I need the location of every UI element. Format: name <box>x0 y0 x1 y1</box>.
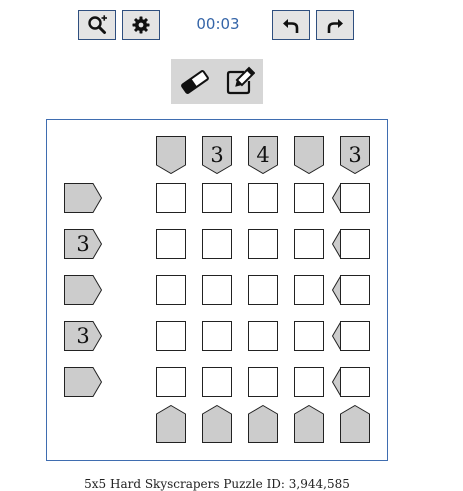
grid-cell[interactable] <box>156 183 186 213</box>
clue-value <box>340 405 370 447</box>
clue-value <box>248 405 278 447</box>
grid-cell[interactable] <box>340 275 370 305</box>
magnifier-plus-icon <box>88 15 107 34</box>
grid-cell[interactable] <box>202 275 232 305</box>
zoom-button[interactable] <box>78 10 116 40</box>
grid-cell[interactable] <box>294 321 324 351</box>
clue-value: 3 <box>76 324 90 348</box>
clue-left[interactable]: 3 <box>64 321 102 351</box>
eraser-button[interactable] <box>178 65 212 99</box>
redo-button[interactable] <box>316 10 354 40</box>
clue-value: 3 <box>210 143 224 167</box>
grid-cell[interactable] <box>202 183 232 213</box>
grid-cell[interactable] <box>156 321 186 351</box>
clue-left[interactable]: 3 <box>64 229 102 259</box>
clue-bottom[interactable] <box>294 405 324 443</box>
eraser-icon <box>181 70 209 94</box>
clue-value: 3 <box>348 143 362 167</box>
clue-value <box>64 275 108 305</box>
settings-button[interactable] <box>122 10 160 40</box>
grid-cell[interactable] <box>294 229 324 259</box>
redo-arrow-icon <box>327 19 343 33</box>
undo-arrow-icon <box>283 19 299 33</box>
grid-cell[interactable] <box>294 183 324 213</box>
grid-cell[interactable] <box>202 367 232 397</box>
clue-value: 3 <box>76 232 90 256</box>
grid-cell[interactable] <box>248 275 278 305</box>
clue-value <box>294 405 324 447</box>
clue-top[interactable]: 4 <box>248 136 278 174</box>
puzzle-board: 3433331 <box>46 119 388 461</box>
clue-value <box>156 136 186 178</box>
grid-cell[interactable] <box>294 367 324 397</box>
pencil-button[interactable] <box>222 65 256 99</box>
clue-top[interactable]: 3 <box>340 136 370 174</box>
timer: 00:03 <box>196 15 240 33</box>
gear-icon <box>132 16 150 34</box>
grid-cell[interactable] <box>248 183 278 213</box>
clue-value <box>64 367 108 397</box>
clue-bottom[interactable] <box>340 405 370 443</box>
grid-cell[interactable] <box>248 367 278 397</box>
clue-bottom[interactable] <box>156 405 186 443</box>
grid-cell[interactable] <box>340 367 370 397</box>
undo-button[interactable] <box>272 10 310 40</box>
grid-cell[interactable] <box>340 321 370 351</box>
clue-left[interactable] <box>64 183 102 213</box>
grid-cell[interactable] <box>340 229 370 259</box>
grid-cell[interactable] <box>340 183 370 213</box>
grid-cell[interactable] <box>294 275 324 305</box>
grid-cell[interactable] <box>248 229 278 259</box>
clue-value <box>294 136 324 178</box>
tool-panel <box>171 59 263 104</box>
grid-cell[interactable] <box>248 321 278 351</box>
grid-cell[interactable] <box>156 229 186 259</box>
clue-left[interactable] <box>64 275 102 305</box>
clue-top[interactable] <box>156 136 186 174</box>
grid-cell[interactable] <box>156 367 186 397</box>
puzzle-id-footer: 5x5 Hard Skyscrapers Puzzle ID: 3,944,58… <box>84 477 350 491</box>
pencil-edit-icon <box>226 66 255 95</box>
clue-value: 4 <box>256 143 270 167</box>
clue-value <box>156 405 186 447</box>
clue-top[interactable]: 3 <box>202 136 232 174</box>
clue-bottom[interactable] <box>202 405 232 443</box>
clue-bottom[interactable] <box>248 405 278 443</box>
clue-top[interactable] <box>294 136 324 174</box>
grid-cell[interactable] <box>202 229 232 259</box>
grid-cell[interactable] <box>202 321 232 351</box>
grid-cell[interactable] <box>156 275 186 305</box>
clue-left[interactable] <box>64 367 102 397</box>
clue-value <box>202 405 232 447</box>
clue-value <box>64 183 108 213</box>
